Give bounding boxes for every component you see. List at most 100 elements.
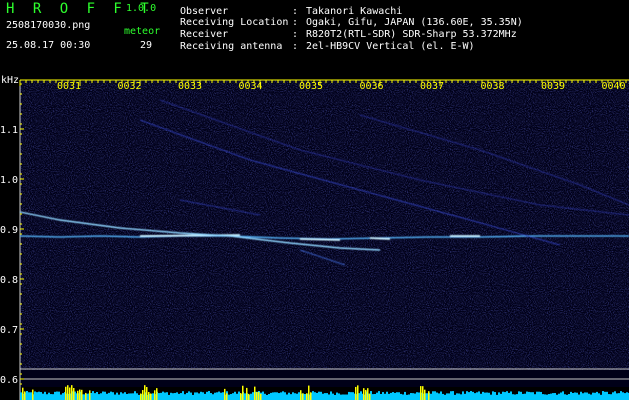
level-bar-segment — [234, 391, 236, 400]
time-tick-label: 0039 — [541, 81, 565, 92]
level-bar-segment — [580, 391, 582, 400]
level-bar-segment — [328, 394, 330, 400]
level-bar-segment — [582, 393, 584, 400]
level-bar-segment — [526, 391, 528, 400]
level-bar-segment — [546, 394, 548, 400]
level-bar-segment — [440, 391, 442, 400]
level-bar-segment — [564, 394, 566, 400]
level-bar-segment — [318, 391, 320, 400]
level-bar-segment — [598, 393, 600, 400]
level-bar-segment — [250, 393, 252, 400]
level-spike — [140, 393, 142, 400]
level-spike — [240, 393, 242, 400]
level-bar-segment — [604, 391, 606, 400]
level-bar-segment — [102, 391, 104, 400]
level-bar-segment — [624, 393, 626, 400]
level-bar-segment — [550, 393, 552, 400]
level-bar-segment — [40, 392, 42, 400]
level-bar-segment — [518, 391, 520, 400]
level-spike — [367, 388, 369, 400]
level-bar-segment — [454, 394, 456, 400]
level-bar-segment — [342, 394, 344, 400]
level-bar-segment — [326, 393, 328, 400]
level-bar-segment — [298, 392, 300, 400]
level-bar-segment — [500, 393, 502, 400]
level-bar-segment — [204, 393, 206, 400]
level-bar-segment — [594, 392, 596, 400]
level-bar-segment — [618, 393, 620, 400]
level-bar-segment — [182, 391, 184, 400]
level-bar-segment — [522, 393, 524, 400]
level-bar-segment — [116, 392, 118, 400]
level-bar-segment — [570, 391, 572, 400]
level-bar-segment — [312, 391, 314, 400]
level-bar-segment — [126, 393, 128, 400]
level-bar-segment — [58, 391, 60, 400]
level-spike — [156, 388, 158, 400]
level-spike — [363, 388, 365, 400]
level-bar-segment — [576, 392, 578, 400]
level-bar-segment — [282, 391, 284, 400]
level-bar-segment — [608, 394, 610, 400]
level-bar-segment — [472, 391, 474, 400]
level-bar-segment — [200, 391, 202, 400]
level-bar-segment — [538, 391, 540, 400]
level-spike — [146, 387, 148, 400]
level-bar-segment — [560, 392, 562, 400]
level-bar-segment — [404, 391, 406, 400]
level-bar-segment — [346, 394, 348, 400]
level-bar-segment — [206, 391, 208, 400]
level-bar-segment — [46, 394, 48, 400]
level-bar-segment — [194, 392, 196, 400]
level-bar-segment — [482, 391, 484, 400]
hrofft-window: H R O F F T 1.0.0 2508170030.png 25.08.1… — [0, 0, 629, 400]
level-bar-segment — [572, 393, 574, 400]
level-bar-segment — [388, 393, 390, 400]
level-bar-segment — [602, 391, 604, 400]
level-bar-segment — [556, 394, 558, 400]
level-bar-segment — [190, 392, 192, 400]
level-bar-segment — [402, 394, 404, 400]
level-bar-segment — [382, 392, 384, 400]
level-bar-segment — [208, 391, 210, 400]
level-bar-segment — [448, 393, 450, 400]
level-bar-segment — [340, 394, 342, 400]
level-bar-segment — [452, 391, 454, 400]
level-bar-segment — [164, 392, 166, 400]
level-bar-segment — [562, 391, 564, 400]
level-bar-segment — [468, 392, 470, 400]
level-bar-segment — [558, 393, 560, 400]
level-bar-segment — [264, 393, 266, 400]
level-bar-segment — [578, 394, 580, 400]
level-spike — [154, 390, 156, 400]
level-bar-segment — [262, 391, 264, 400]
level-bar-segment — [530, 392, 532, 400]
level-spike — [355, 386, 357, 400]
level-bar-segment — [62, 393, 64, 400]
level-bar-segment — [158, 393, 160, 400]
level-bar-segment — [458, 393, 460, 400]
level-bar-segment — [496, 394, 498, 400]
level-bar-segment — [542, 394, 544, 400]
level-bar-segment — [98, 394, 100, 400]
level-bar-segment — [414, 393, 416, 400]
level-bar-segment — [614, 391, 616, 400]
level-bar-segment — [104, 391, 106, 400]
level-bar-segment — [622, 392, 624, 400]
level-spike — [24, 391, 26, 400]
time-tick-label: 0031 — [57, 81, 81, 92]
level-bar-segment — [118, 394, 120, 400]
level-bar-segment — [396, 392, 398, 400]
level-bar-segment — [96, 391, 98, 400]
level-bar-segment — [620, 391, 622, 400]
level-bar-segment — [494, 392, 496, 400]
level-bar-segment — [272, 392, 274, 400]
level-bar-segment — [502, 391, 504, 400]
level-bar-segment — [304, 394, 306, 400]
level-bar-segment — [54, 391, 56, 400]
level-bar-segment — [316, 392, 318, 400]
level-bar-segment — [48, 392, 50, 400]
level-spike — [71, 385, 73, 400]
level-bar-segment — [408, 394, 410, 400]
level-spike — [242, 385, 244, 400]
